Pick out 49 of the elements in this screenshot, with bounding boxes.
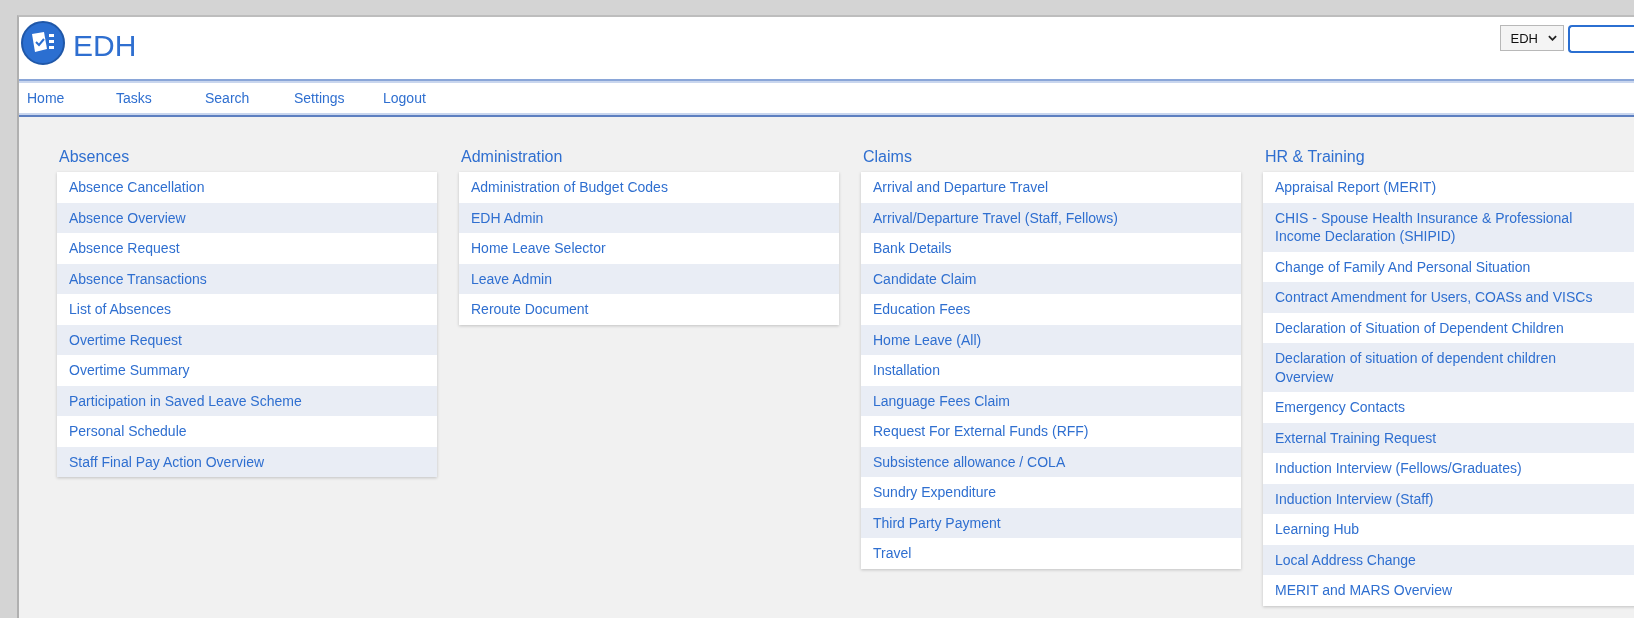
menu-link[interactable]: Language Fees Claim (861, 385, 1241, 416)
section-heading: HR & Training (1265, 148, 1366, 167)
menu-link[interactable]: Local Address Change (1263, 544, 1634, 575)
menu-link[interactable]: Leave Admin (459, 263, 839, 294)
menu-link[interactable]: Staff Final Pay Action Overview (57, 446, 437, 477)
nav-link[interactable]: Search (205, 90, 294, 106)
menu-link[interactable]: Personal Schedule (57, 416, 437, 447)
nav-link[interactable]: Settings (294, 90, 383, 106)
menu-link[interactable]: Absence Cancellation (57, 172, 437, 203)
menu-link[interactable]: Sundry Expenditure (861, 477, 1241, 508)
menu-link[interactable]: Third Party Payment (861, 507, 1241, 538)
menu-link[interactable]: Arrival/Departure Travel (Staff, Fellows) (861, 202, 1241, 233)
menu-link[interactable]: EDH Admin (459, 202, 839, 233)
menu-link[interactable]: Request For External Funds (RFF) (861, 416, 1241, 447)
menu-link[interactable]: Declaration of situation of dependent children Overview (1263, 343, 1634, 392)
menu-link[interactable]: Installation (861, 355, 1241, 386)
menu-link[interactable]: Overtime Request (57, 324, 437, 355)
menu-link[interactable]: Absence Transactions (57, 263, 437, 294)
menu-link[interactable]: Reroute Document (459, 294, 839, 325)
menu-link[interactable]: Arrival and Departure Travel (861, 172, 1241, 203)
menu-link[interactable]: Induction Interview (Staff) (1263, 483, 1634, 514)
menu-link[interactable]: Administration of Budget Codes (459, 172, 839, 203)
menu-link[interactable]: External Training Request (1263, 422, 1634, 453)
menu-link[interactable]: CHIS - Spouse Health Insurance & Professional Income Declaration (SHIPID) (1263, 202, 1634, 252)
section-heading: Claims (863, 148, 913, 167)
menu-link[interactable]: Contract Amendment for Users, COASs and VISCs (1263, 282, 1634, 313)
nav-link[interactable]: Logout (383, 90, 472, 106)
menu-link[interactable]: Bank Details (861, 233, 1241, 264)
section-heading: Administration (461, 148, 564, 167)
nav-link[interactable]: Home (27, 90, 116, 106)
menu-link[interactable]: Participation in Saved Leave Scheme (57, 385, 437, 416)
section-heading: Absences (59, 148, 131, 167)
nav-link[interactable]: Tasks (116, 90, 205, 106)
menu-link[interactable]: MERIT and MARS Overview (1263, 575, 1634, 606)
app-title: EDH (73, 29, 137, 63)
menu-link[interactable]: Home Leave (All) (861, 324, 1241, 355)
menu-link[interactable]: List of Absences (57, 294, 437, 325)
menu-link[interactable]: Absence Request (57, 233, 437, 264)
menu-link[interactable]: Absence Overview (57, 202, 437, 233)
menu-link[interactable]: Home Leave Selector (459, 233, 839, 264)
search-field[interactable] (1568, 25, 1634, 53)
menu-link[interactable]: Travel (861, 538, 1241, 569)
caret-icon (1548, 35, 1557, 41)
menu-link[interactable]: Appraisal Report (MERIT) (1263, 172, 1634, 203)
menu-link[interactable]: Overtime Summary (57, 355, 437, 386)
menu-link[interactable]: Candidate Claim (861, 263, 1241, 294)
menu-link[interactable]: Subsistence allowance / COLA (861, 446, 1241, 477)
menu-link[interactable]: Education Fees (861, 294, 1241, 325)
app-selector[interactable]: EDH (1499, 25, 1564, 51)
